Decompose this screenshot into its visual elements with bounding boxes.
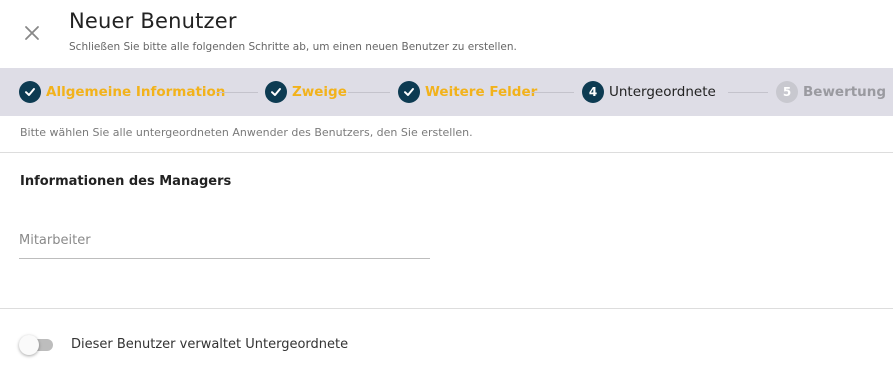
employee-input[interactable] (19, 222, 430, 258)
step-number: 5 (776, 81, 798, 103)
step-hint: Bitte wählen Sie alle untergeordneten An… (20, 126, 473, 139)
step-label: Allgemeine Information (46, 84, 226, 100)
divider (0, 152, 893, 153)
step-bewertung[interactable]: 5 Bewertung (776, 68, 886, 116)
section-title: Informationen des Managers (20, 174, 232, 189)
step-label: Untergeordnete (609, 84, 716, 100)
check-icon (398, 81, 420, 103)
dialog-header: Neuer Benutzer Schließen Sie bitte alle … (0, 0, 893, 68)
close-button[interactable] (20, 21, 44, 45)
manages-subordinates-toggle[interactable] (19, 335, 55, 355)
step-allgemeine-information[interactable]: Allgemeine Information (19, 68, 225, 116)
step-zweige[interactable]: Zweige (265, 68, 347, 116)
page-title: Neuer Benutzer (69, 9, 237, 33)
step-label: Zweige (292, 84, 347, 100)
page-subtitle: Schließen Sie bitte alle folgenden Schri… (69, 41, 517, 53)
step-label: Weitere Felder (425, 84, 538, 100)
step-untergeordnete[interactable]: 4 Untergeordnete (582, 68, 716, 116)
toggle-label: Dieser Benutzer verwaltet Untergeordnete (71, 337, 349, 352)
step-connector (348, 92, 390, 93)
step-label: Bewertung (803, 84, 887, 100)
step-connector (216, 92, 258, 93)
step-connector (728, 92, 768, 93)
check-icon (265, 81, 287, 103)
employee-field[interactable] (19, 222, 430, 259)
step-number: 4 (582, 81, 604, 103)
check-icon (19, 81, 41, 103)
close-icon[interactable] (20, 21, 44, 45)
step-connector (532, 92, 574, 93)
divider (0, 308, 893, 309)
toggle-thumb[interactable] (19, 335, 39, 355)
step-weitere-felder[interactable]: Weitere Felder (398, 68, 537, 116)
stepper: Allgemeine Information Zweige Weitere Fe… (0, 68, 893, 116)
